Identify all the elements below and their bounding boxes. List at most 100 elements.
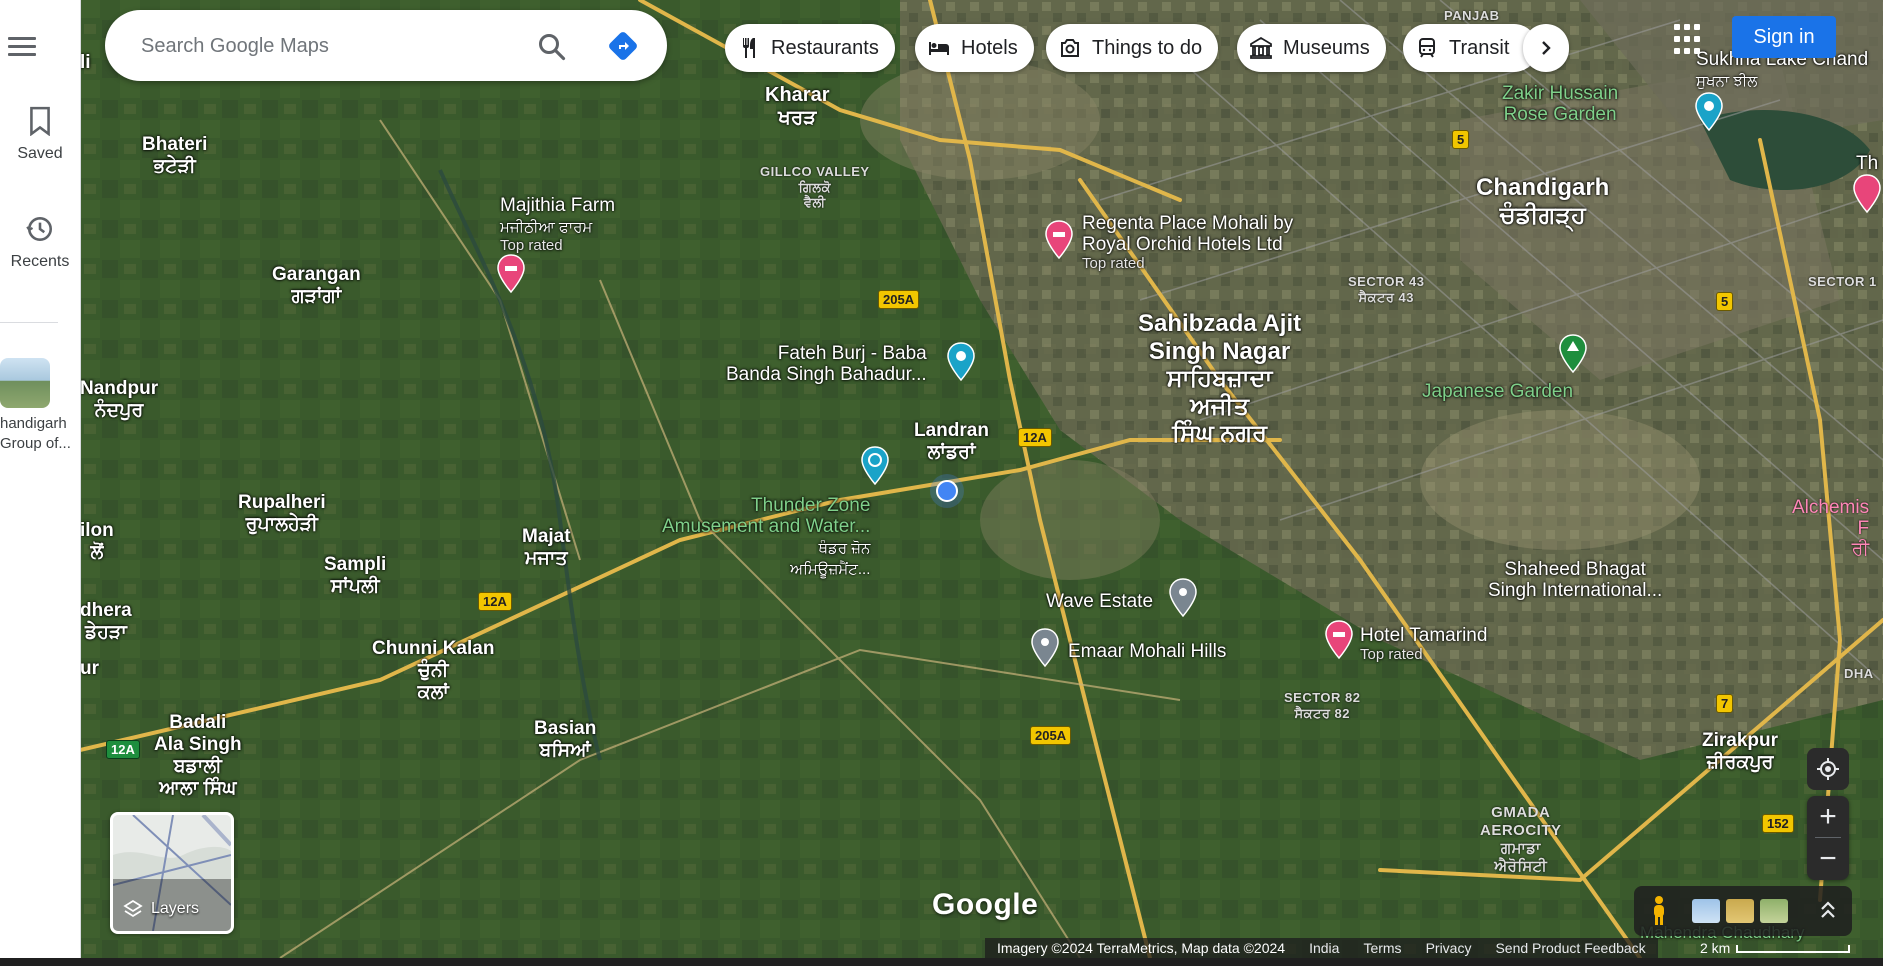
country-link[interactable]: India [1297, 940, 1351, 956]
current-location-dot [936, 480, 958, 502]
recent-place-label[interactable]: handigarh Group of... [0, 414, 80, 454]
road-shield: 12A [478, 592, 512, 611]
sign-in-button[interactable]: Sign in [1732, 16, 1836, 58]
camera-pin-icon[interactable] [1694, 92, 1724, 132]
amusement-park-pin-icon[interactable] [860, 446, 890, 486]
apps-grid-icon [1684, 24, 1690, 30]
saved-button[interactable]: Saved [0, 106, 80, 163]
layers-button[interactable]: Layers [110, 812, 234, 934]
place-native: ਜ਼ੀਰਕਪੁਰ [1706, 751, 1774, 773]
search-input[interactable] [139, 28, 513, 64]
poi-emaar-mohali-hills[interactable]: Emaar Mohali Hills [1068, 641, 1226, 663]
satellite-map[interactable] [80, 0, 1883, 958]
place-rupalheri[interactable]: Rupalheri ਰੁਪਾਲਹੇੜੀ [238, 492, 326, 536]
place-pin-icon[interactable] [1030, 628, 1060, 668]
poi-th[interactable]: Th [1856, 153, 1878, 175]
chip-restaurants[interactable]: Restaurants [725, 24, 895, 72]
zoom-controls: + − [1807, 796, 1849, 880]
chip-museums[interactable]: Museums [1237, 24, 1386, 72]
scale-label: 2 km [1700, 940, 1731, 956]
zoom-out-button[interactable]: − [1807, 838, 1849, 880]
terms-link[interactable]: Terms [1351, 940, 1413, 956]
hotel-pin-icon[interactable] [1324, 620, 1354, 660]
place-name: dhera [80, 600, 132, 621]
chips-scroll-right-button[interactable] [1523, 24, 1569, 72]
search-icon[interactable] [537, 32, 567, 62]
chip-label: Hotels [961, 36, 1018, 59]
pegman-button[interactable] [1640, 892, 1678, 930]
terrain-thumbnail[interactable] [1726, 899, 1754, 923]
place-sampli[interactable]: Sampli ਸਾਂਪਲੀ [324, 554, 386, 598]
poi-hotel-tamarind[interactable]: Hotel Tamarind Top rated [1360, 625, 1487, 663]
place-ur[interactable]: ur [80, 658, 99, 680]
area-native: ਗਮਾਡਾ ਐਰੋਸਿਟੀ [1494, 840, 1548, 875]
place-nandpur[interactable]: Nandpur ਨੰਦਪੁਰ [80, 378, 158, 422]
place-sahibzada-ajit-singh-nagar[interactable]: Sahibzada Ajit Singh Nagar ਸਾਹਿਬਜ਼ਾਦਾ ਅਜੀ… [1138, 310, 1301, 448]
history-icon [26, 217, 52, 241]
sidebar-divider [0, 322, 58, 323]
google-apps-button[interactable] [1672, 22, 1708, 58]
place-garangan[interactable]: Garangan ਗੜਾਂਗਾਂ [272, 264, 361, 308]
hotel-pin-icon[interactable] [496, 254, 526, 294]
place-li[interactable]: li [80, 52, 91, 74]
poi-majithia-farm[interactable]: Majithia Farm ਮਜੀਠੀਆ ਫਾਰਮ Top rated [500, 195, 615, 254]
tree-pin-icon[interactable] [1558, 334, 1588, 374]
place-name: Landran [914, 420, 989, 441]
menu-icon-line [8, 52, 36, 56]
chip-things-to-do[interactable]: Things to do [1046, 24, 1219, 72]
apps-grid-icon [1674, 36, 1680, 42]
camera-pin-icon[interactable] [946, 342, 976, 382]
traffic-thumbnail[interactable] [1760, 899, 1788, 923]
place-chandigarh[interactable]: Chandigarh ਚੰਡੀਗੜ੍ਹ [1476, 174, 1609, 229]
area-sector-43: SECTOR 43 ਸੈਕਟਰ 43 [1348, 274, 1425, 305]
poi-alchemis[interactable]: Alchemis F ਰੀ [1792, 497, 1870, 561]
poi-shaheed-bhagat-singh-airport[interactable]: Shaheed Bhagat Singh International... [1488, 559, 1662, 602]
recent-place-thumbnail[interactable] [0, 358, 50, 408]
area-dha: DHA [1844, 666, 1874, 682]
pegman-icon [1654, 896, 1664, 925]
place-pin-icon[interactable] [1168, 578, 1198, 618]
my-location-button[interactable] [1807, 748, 1849, 790]
place-name: ilon [80, 520, 114, 541]
menu-button[interactable] [8, 28, 44, 64]
menu-icon-line [8, 36, 36, 40]
place-landran[interactable]: Landran ਲਾਂਡਰਾਂ [914, 420, 989, 464]
place-zirakpur[interactable]: Zirakpur ਜ਼ੀਰਕਪੁਰ [1702, 730, 1778, 774]
poi-wave-estate[interactable]: Wave Estate [1046, 591, 1153, 613]
place-native: ਬਡਾਲੀ ਆਲਾ ਸਿੰਘ [159, 755, 237, 799]
poi-native: ਸੁਖਨਾ ਝੀਲ [1696, 72, 1758, 90]
zoom-in-button[interactable]: + [1807, 796, 1849, 838]
privacy-link[interactable]: Privacy [1414, 940, 1484, 956]
place-dhera[interactable]: dhera ਡੇਹੜਾ [80, 600, 132, 644]
send-feedback-link[interactable]: Send Product Feedback [1483, 940, 1657, 956]
poi-name: Alchemis [1792, 497, 1870, 518]
recents-button[interactable]: Recents [0, 214, 80, 271]
poi-thunder-zone[interactable]: Thunder Zone Amusement and Water... ਥੰਡਰ … [662, 495, 870, 580]
place-ilon[interactable]: ilon ਲੋਂ [80, 520, 114, 564]
road-shield: 7 [1716, 694, 1734, 713]
chip-label: Things to do [1092, 36, 1203, 59]
expand-more-button[interactable] [1814, 896, 1842, 924]
place-badali-ala-singh[interactable]: Badali Ala Singh ਬਡਾਲੀ ਆਲਾ ਸਿੰਘ [154, 712, 242, 799]
apps-grid-icon [1694, 36, 1700, 42]
road-shield: 5 [1716, 292, 1734, 311]
area-name: SECTOR 82 [1284, 690, 1361, 705]
place-bhateri[interactable]: Bhateri ਭਟੇੜੀ [142, 134, 207, 178]
map-scale[interactable]: 2 km [1700, 940, 1851, 956]
place-chunni-kalan[interactable]: Chunni Kalan ਚੁੰਨੀ ਕਲਾਂ [372, 638, 494, 704]
directions-icon[interactable] [607, 30, 639, 62]
poi-zakir-hussain-rose-garden[interactable]: Zakir Hussain Rose Garden [1502, 83, 1619, 126]
place-basian[interactable]: Basian ਬਸਿਆਂ [534, 718, 596, 762]
street-view-and-layers-bar [1634, 886, 1852, 936]
poi-regenta-place[interactable]: Regenta Place Mohali by Royal Orchid Hot… [1082, 213, 1293, 272]
poi-fateh-burj[interactable]: Fateh Burj - Baba Banda Singh Bahadur... [726, 343, 927, 386]
hotel-pin-icon[interactable] [1852, 174, 1882, 214]
chip-hotels[interactable]: Hotels [915, 24, 1034, 72]
hotel-pin-icon[interactable] [1044, 220, 1074, 260]
imagery-thumbnail[interactable] [1692, 899, 1720, 923]
place-majat[interactable]: Majat ਮਜਾਤ [522, 526, 571, 570]
poi-name: Zakir Hussain Rose Garden [1502, 83, 1619, 125]
chip-transit[interactable]: Transit [1403, 24, 1538, 72]
poi-japanese-garden[interactable]: Japanese Garden [1422, 381, 1573, 403]
place-kharar[interactable]: Kharar ਖਰੜ [765, 84, 829, 130]
